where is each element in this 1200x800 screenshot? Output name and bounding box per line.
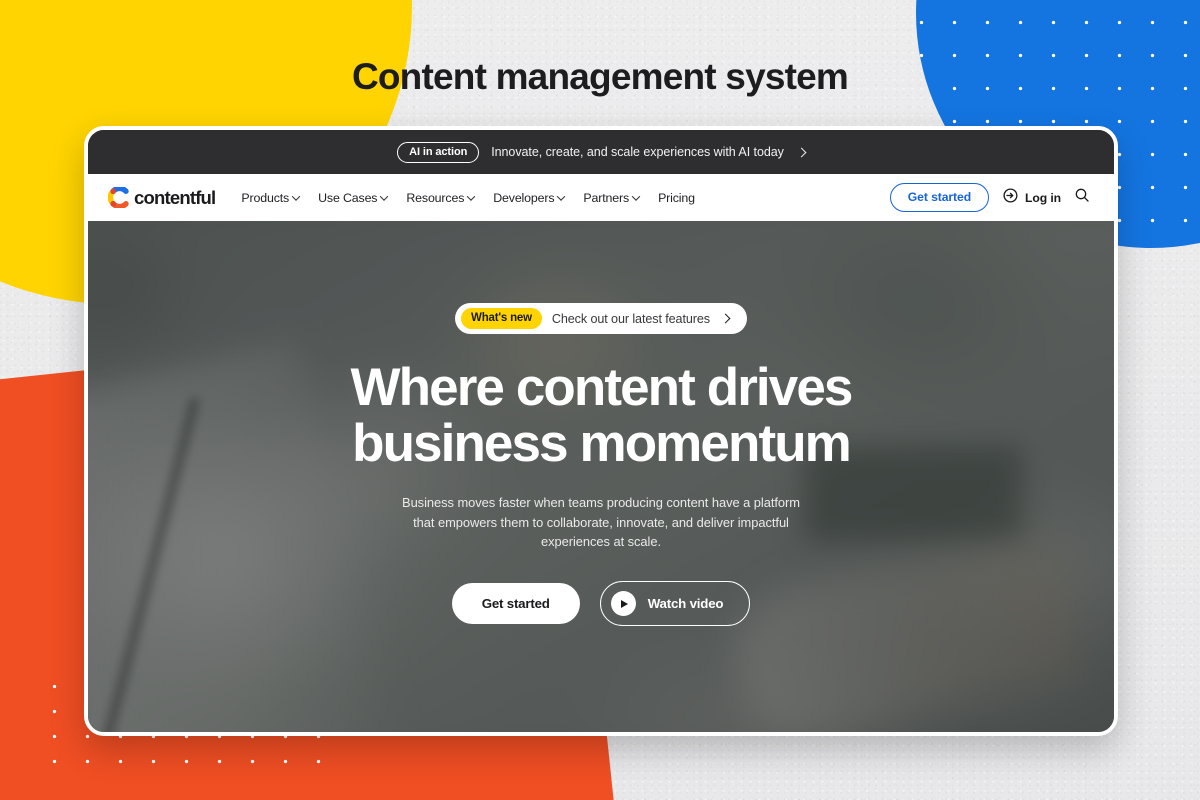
hero-subtitle: Business moves faster when teams produci… [402, 495, 800, 550]
nav-item-label: Use Cases [318, 190, 378, 205]
contentful-logo[interactable]: contentful [107, 185, 216, 210]
site-navigation-bar: contentful Products Use Cases Resources … [88, 174, 1114, 221]
nav-item-use-cases[interactable]: Use Cases [318, 190, 389, 205]
hero-cta-group: Get started Watch video [451, 581, 751, 627]
announcement-bar[interactable]: AI in action Innovate, create, and scale… [88, 130, 1114, 174]
nav-item-partners[interactable]: Partners [583, 190, 641, 205]
nav-right-actions: Get started Log in [889, 183, 1090, 212]
nav-item-label: Developers [493, 190, 555, 205]
whats-new-badge: What's new [461, 308, 542, 329]
hero-watch-video-button[interactable]: Watch video [599, 581, 751, 627]
browser-window: AI in action Innovate, create, and scale… [84, 126, 1118, 736]
get-started-nav-button[interactable]: Get started [889, 183, 990, 212]
nav-item-pricing[interactable]: Pricing [658, 191, 695, 205]
login-arrow-icon [1002, 187, 1019, 209]
chevron-down-icon [291, 191, 301, 201]
announcement-text: Innovate, create, and scale experiences … [491, 145, 784, 159]
whats-new-banner[interactable]: What's new Check out our latest features [455, 303, 747, 334]
play-icon [610, 591, 636, 617]
nav-links: Products Use Cases Resources Developers … [241, 190, 695, 205]
hero-section: What's new Check out our latest features… [88, 221, 1114, 732]
ai-in-action-badge: AI in action [397, 141, 480, 163]
nav-item-label: Partners [583, 190, 630, 205]
chevron-right-icon [796, 147, 807, 157]
nav-item-products[interactable]: Products [241, 190, 301, 205]
nav-item-label: Products [241, 190, 290, 205]
contentful-logo-text: contentful [134, 186, 216, 208]
chevron-down-icon [466, 191, 476, 201]
hero-heading-line-2: business momentum [352, 414, 852, 474]
chevron-down-icon [557, 191, 566, 201]
search-icon[interactable] [1074, 187, 1090, 208]
whats-new-text: Check out our latest features [551, 311, 710, 326]
login-label: Log in [1025, 190, 1061, 205]
page-background: Content management system AI in action I… [0, 0, 1200, 800]
nav-item-developers[interactable]: Developers [493, 190, 566, 205]
hero-content: What's new Check out our latest features… [88, 221, 1114, 732]
nav-item-label: Resources [406, 190, 465, 205]
nav-item-resources[interactable]: Resources [406, 190, 476, 205]
hero-heading: Where content drives business momentum [350, 358, 854, 474]
chevron-down-icon [380, 191, 389, 201]
chevron-right-icon [720, 313, 731, 324]
page-title: Content management system [351, 56, 849, 97]
login-link[interactable]: Log in [1002, 187, 1061, 209]
nav-item-label: Pricing [658, 190, 695, 205]
hero-get-started-button[interactable]: Get started [451, 583, 580, 625]
hero-watch-video-label: Watch video [647, 596, 724, 612]
contentful-logo-icon [107, 185, 129, 210]
chevron-down-icon [631, 191, 641, 201]
hero-heading-line-1: Where content drives [350, 358, 854, 417]
